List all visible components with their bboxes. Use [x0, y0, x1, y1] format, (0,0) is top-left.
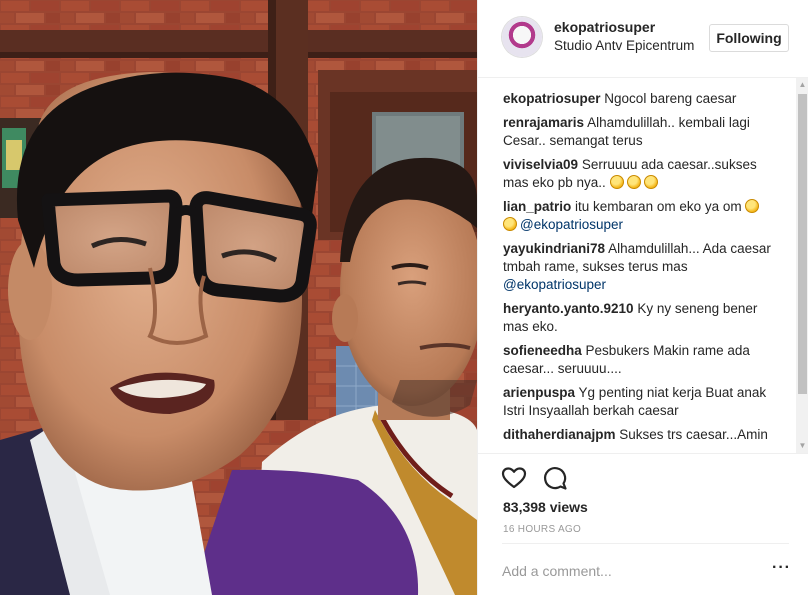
grin-emoji-icon: [503, 217, 517, 231]
comment-username[interactable]: viviselvia09: [503, 157, 578, 172]
comment-username[interactable]: lian_patrio: [503, 199, 571, 214]
photo-illustration: [0, 0, 477, 595]
divider: [478, 453, 808, 454]
smiley-emoji-icon: [643, 175, 658, 189]
like-button[interactable]: [500, 464, 528, 492]
list-item: yayukindriani78 Alhamdulillah... Ada cae…: [503, 240, 783, 294]
comment-text: Ngocol bareng caesar: [604, 91, 737, 106]
smiley-emoji-icon: [609, 175, 624, 189]
scrollbar-thumb[interactable]: [798, 94, 807, 394]
post-photo[interactable]: [0, 0, 477, 595]
post-timestamp[interactable]: 16 HOURS AGO: [503, 524, 581, 535]
comment-text: itu kembaran om eko ya om: [575, 199, 742, 214]
comment-mention[interactable]: @ekopatriosuper: [520, 217, 623, 232]
comment-username[interactable]: ekopatriosuper: [503, 91, 601, 106]
comment-username[interactable]: arienpuspa: [503, 385, 575, 400]
list-item: lian_patrio itu kembaran om eko ya om @e…: [503, 198, 783, 234]
list-item: sofieneedha Pesbukers Makin rame ada cae…: [503, 342, 783, 378]
comments-scrollbar[interactable]: ▲ ▼: [796, 78, 808, 453]
post-username[interactable]: ekopatriosuper: [554, 19, 655, 35]
view-count[interactable]: 83,398 views: [503, 499, 588, 515]
comment-username[interactable]: renrajamaris: [503, 115, 584, 130]
comments-list[interactable]: ekopatriosuper Ngocol bareng caesar renr…: [478, 78, 808, 453]
grin-emoji-icon: [745, 199, 760, 213]
comment-username[interactable]: dithaherdianajpm: [503, 427, 616, 442]
post-header: ekopatriosuper Studio Antv Epicentrum Fo…: [478, 0, 808, 78]
comment-caption: ekopatriosuper Ngocol bareng caesar: [503, 90, 783, 108]
divider: [502, 543, 789, 544]
post-sidebar: ekopatriosuper Studio Antv Epicentrum Fo…: [477, 0, 808, 595]
comment-text: Sukses trs caesar...Amin: [619, 427, 768, 442]
post-location[interactable]: Studio Antv Epicentrum: [554, 38, 694, 53]
list-item: dithaherdianajpm Sukses trs caesar...Ami…: [503, 426, 783, 444]
list-item: arienpuspa Yg penting niat kerja Buat an…: [503, 384, 783, 420]
comment-mention[interactable]: @ekopatriosuper: [503, 277, 606, 292]
following-button[interactable]: Following: [709, 24, 789, 52]
comment-username[interactable]: heryanto.yanto.9210: [503, 301, 634, 316]
comment-username[interactable]: yayukindriani78: [503, 241, 605, 256]
heart-icon: [501, 467, 527, 489]
list-item: renrajamaris Alhamdulillah.. kembali lag…: [503, 114, 783, 150]
smiley-emoji-icon: [626, 175, 641, 189]
list-item: heryanto.yanto.9210 Ky ny seneng bener m…: [503, 300, 783, 336]
comment-icon: [544, 467, 567, 490]
comment-button[interactable]: [541, 464, 569, 492]
scroll-up-arrow-icon[interactable]: ▲: [796, 78, 808, 92]
list-item: viviselvia09 Serruuuu ada caesar..sukses…: [503, 156, 783, 192]
add-comment-input[interactable]: [502, 560, 762, 582]
avatar[interactable]: [502, 17, 542, 57]
scroll-down-arrow-icon[interactable]: ▼: [796, 439, 808, 453]
more-options-icon[interactable]: ···: [772, 560, 790, 579]
comment-username[interactable]: sofieneedha: [503, 343, 582, 358]
